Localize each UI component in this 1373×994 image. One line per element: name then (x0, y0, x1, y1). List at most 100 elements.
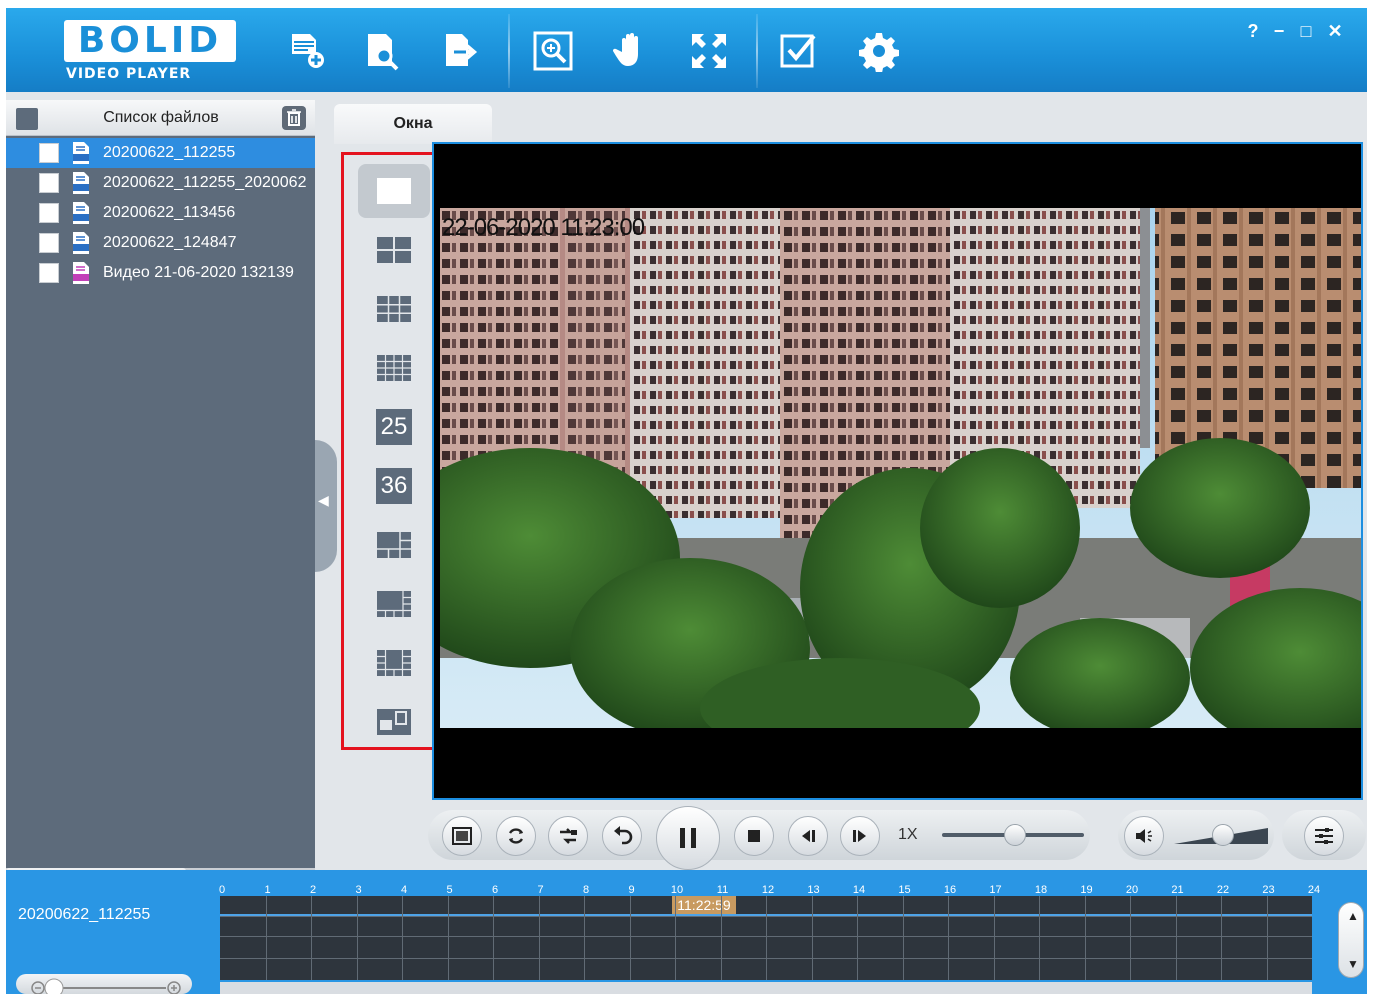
step-back-button[interactable] (788, 816, 828, 856)
select-check-button[interactable] (772, 26, 826, 76)
playback-controls: 1X (428, 806, 1090, 870)
loop-button[interactable] (496, 816, 536, 856)
timeline-hour-label: 24 (1307, 884, 1321, 896)
layout-1x1-icon (377, 178, 411, 204)
file-name: 20200622_124847 (103, 234, 237, 251)
layout-4x4-button[interactable] (358, 341, 430, 395)
help-button[interactable]: ? (1242, 20, 1264, 42)
layout-1plus5-button[interactable] (358, 518, 430, 572)
pan-button[interactable] (604, 26, 658, 76)
layout-36-button[interactable]: 36 (358, 459, 430, 513)
file-name: Видео 21-06-2020 132139 (103, 264, 294, 281)
zoom-button[interactable] (526, 26, 580, 76)
collapse-panel-tab[interactable]: ◀ (315, 440, 337, 572)
timeline-hour-label: 20 (1125, 884, 1139, 896)
layout-1plus7-button[interactable] (358, 577, 430, 631)
timeline-scrollbar[interactable] (220, 982, 1312, 994)
dav-file-icon (73, 232, 89, 254)
timeline-hour-label: 1 (264, 884, 271, 896)
bolid-logo: BOLID VIDEO PLAYER (64, 20, 238, 86)
step-forward-button[interactable] (840, 816, 880, 856)
file-checkbox[interactable] (39, 203, 59, 223)
dav-file-icon (73, 142, 89, 164)
snapshot-button[interactable] (442, 816, 482, 856)
scroll-up-icon: ▲ (1347, 909, 1359, 923)
search-file-icon (368, 34, 399, 71)
layout-1x1-button[interactable] (358, 164, 430, 218)
open-file-button[interactable] (280, 26, 334, 76)
layout-3x3-button[interactable] (358, 282, 430, 336)
timeline-hour-label: 2 (309, 884, 317, 896)
mp4-file-icon (73, 262, 89, 284)
stop-button[interactable] (734, 816, 774, 856)
rewind-button[interactable] (602, 816, 642, 856)
file-name: 20200622_113456 (103, 204, 236, 221)
timeline-vertical-scroll[interactable]: ▲ ▼ (1338, 902, 1364, 978)
sync-icon (560, 828, 577, 844)
close-button[interactable]: ✕ (1324, 20, 1346, 42)
chevron-left-icon: ◀ (318, 492, 329, 508)
minimize-button[interactable]: − (1268, 20, 1290, 42)
delete-button[interactable] (282, 106, 306, 130)
timeline-gridline (993, 896, 995, 980)
timeline-zoom-slider[interactable] (16, 974, 192, 994)
file-checkbox[interactable] (39, 143, 59, 163)
timeline-gridline (538, 896, 540, 980)
trash-icon (287, 109, 301, 126)
file-checkbox[interactable] (39, 263, 59, 283)
file-row[interactable]: 20200622_113456 (6, 198, 315, 228)
maximize-button[interactable]: □ (1295, 20, 1317, 42)
pause-icon (680, 828, 696, 848)
timeline-panel: 20200622_112255 0 1 2 3 4 5 6 7 8 9 10 11 12 13 14 15 16… (6, 870, 1367, 994)
timeline-hour-label: 22 (1216, 884, 1230, 896)
layout-1plus5-icon (377, 532, 411, 558)
sync-play-button[interactable] (548, 816, 588, 856)
timeline-hour-label: 23 (1262, 884, 1275, 896)
timeline-hour-label: 12 (761, 884, 775, 896)
file-row[interactable]: 20200622_124847 (6, 228, 315, 258)
timeline-gridline (948, 896, 949, 980)
search-file-button[interactable] (356, 26, 410, 76)
timeline-gridline (857, 896, 858, 980)
timeline-grid[interactable]: 11:22:59 (220, 896, 1312, 980)
layout-2x2-button[interactable] (358, 223, 430, 277)
volume-controls (1118, 810, 1274, 860)
select-all-checkbox[interactable] (16, 108, 38, 130)
timeline-hour-label: 5 (446, 884, 453, 896)
speed-slider-knob[interactable] (1004, 824, 1026, 846)
timeline-gridline (265, 896, 267, 980)
timeline-gridline (311, 896, 312, 980)
file-checkbox[interactable] (39, 233, 59, 253)
timeline-gridline (1084, 896, 1086, 980)
file-list-panel: Список файлов 20200622_112255 20200622_1… (6, 100, 315, 876)
layout-custom-button[interactable] (358, 695, 430, 749)
scroll-down-icon: ▼ (1347, 957, 1359, 971)
open-file-icon (292, 34, 324, 68)
file-checkbox[interactable] (39, 173, 59, 193)
video-window[interactable]: 22-06-2020 11:23:00 (432, 142, 1363, 800)
settings-button[interactable] (852, 26, 906, 76)
layout-1plus12-button[interactable] (358, 636, 430, 690)
zoom-icon (533, 31, 573, 71)
timeline-hour-label: 13 (807, 884, 820, 896)
file-row[interactable]: 20200622_112255 (6, 138, 315, 168)
timeline-hour-label: 6 (491, 884, 499, 896)
timeline-hour-label: 18 (1034, 884, 1048, 896)
fullscreen-button[interactable] (682, 26, 736, 76)
layout-selector: 25 36 (354, 150, 434, 754)
layout-25-icon: 25 (376, 409, 412, 445)
dav-file-icon (73, 202, 89, 224)
layout-36-icon: 36 (376, 468, 412, 504)
pause-button[interactable] (656, 806, 720, 870)
file-row[interactable]: Видео 21-06-2020 132139 (6, 258, 315, 288)
mute-button[interactable] (1124, 816, 1164, 856)
tab-windows[interactable]: Окна (334, 104, 492, 144)
adjust-button[interactable] (1304, 816, 1344, 856)
app-window: BOLID VIDEO PLAYER ? − □ ✕ Список файлов… (6, 8, 1367, 994)
timeline-cursor-time[interactable]: 11:22:59 (672, 896, 736, 914)
volume-slider-knob[interactable] (1212, 824, 1234, 846)
video-frame-image (440, 208, 1361, 728)
export-button[interactable] (434, 26, 488, 76)
file-row[interactable]: 20200622_112255_2020062 (6, 168, 315, 198)
layout-25-button[interactable]: 25 (358, 400, 430, 454)
